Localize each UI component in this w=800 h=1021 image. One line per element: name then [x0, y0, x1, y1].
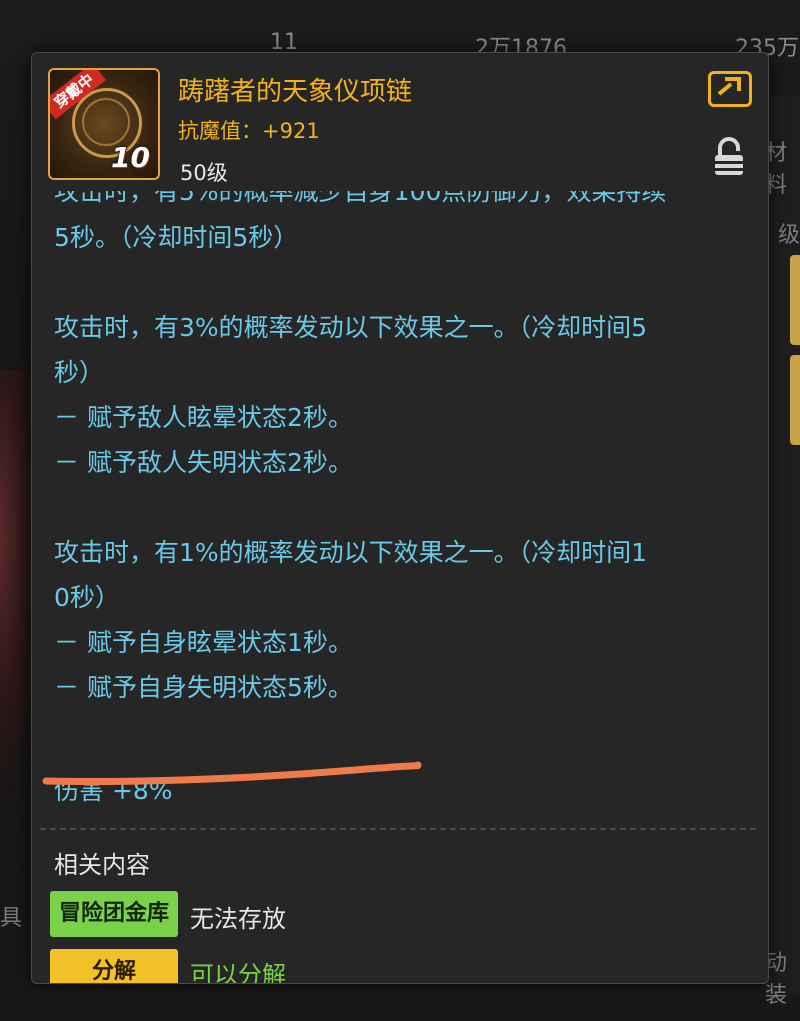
- desc-line: 攻击时，有5%的概率减少自身100点防御力，效果持续: [54, 191, 667, 206]
- bg-label-level: 级: [777, 223, 800, 248]
- lock-icon[interactable]: [712, 137, 746, 177]
- desc-line: － 赋予敌人失明状态2秒。: [54, 448, 353, 477]
- disassemble-status: 可以分解: [190, 961, 286, 984]
- related-content-title: 相关内容: [54, 851, 150, 879]
- hand-drawn-underline: [42, 761, 422, 786]
- vault-status: 无法存放: [190, 905, 286, 933]
- share-button[interactable]: [708, 71, 752, 107]
- item-tooltip-panel: 攻击时，有5%的概率减少自身100点防御力，效果持续 5秒。（冷却时间5秒） 攻…: [31, 52, 769, 984]
- desc-line: 攻击时，有1%的概率发动以下效果之一。（冷却时间1: [54, 538, 648, 567]
- bg-label-auto-equip: 动装: [765, 951, 788, 1008]
- desc-line: 5秒。（冷却时间5秒）: [54, 223, 299, 252]
- item-level: 50级: [180, 161, 228, 185]
- item-header: 穿戴中 10 踌躇者的天象仪项链 抗魔值：+921 50级: [32, 53, 768, 191]
- astrolabe-necklace-icon[interactable]: 穿戴中 10: [48, 68, 160, 180]
- desc-line: 秒）: [54, 358, 105, 387]
- astrolabe-inner-ring-icon: [82, 98, 130, 146]
- desc-cut-line-wrap: 攻击时，有5%的概率减少自身100点防御力，效果持续: [54, 191, 666, 213]
- bg-label-materials: 材料: [765, 141, 788, 198]
- background-side-panel: 材料 级 动装: [765, 95, 800, 1008]
- share-icon: [717, 77, 741, 96]
- bg-equipment-card[interactable]: [790, 255, 800, 345]
- enhance-level-badge: 10: [111, 141, 150, 174]
- adventure-vault-tag: 冒险团金库: [50, 891, 178, 937]
- bg-equipment-card[interactable]: [790, 355, 800, 445]
- disassemble-tag: 分解: [50, 949, 178, 983]
- item-description: 攻击时，有5%的概率减少自身100点防御力，效果持续 5秒。（冷却时间5秒） 攻…: [54, 191, 754, 710]
- desc-line-highlighted: － 赋予自身失明状态5秒。: [54, 673, 353, 702]
- desc-line: － 赋予自身眩晕状态1秒。: [54, 628, 353, 657]
- bg-label-left: 具: [0, 906, 23, 931]
- item-name: 踌躇者的天象仪项链: [178, 77, 413, 107]
- desc-line: － 赋予敌人眩晕状态2秒。: [54, 403, 353, 432]
- magic-resist-stat: 抗魔值：+921: [178, 119, 320, 143]
- section-divider: [40, 828, 760, 830]
- desc-line: 0秒）: [54, 583, 120, 612]
- desc-line: 攻击时，有3%的概率发动以下效果之一。（冷却时间5: [54, 313, 648, 342]
